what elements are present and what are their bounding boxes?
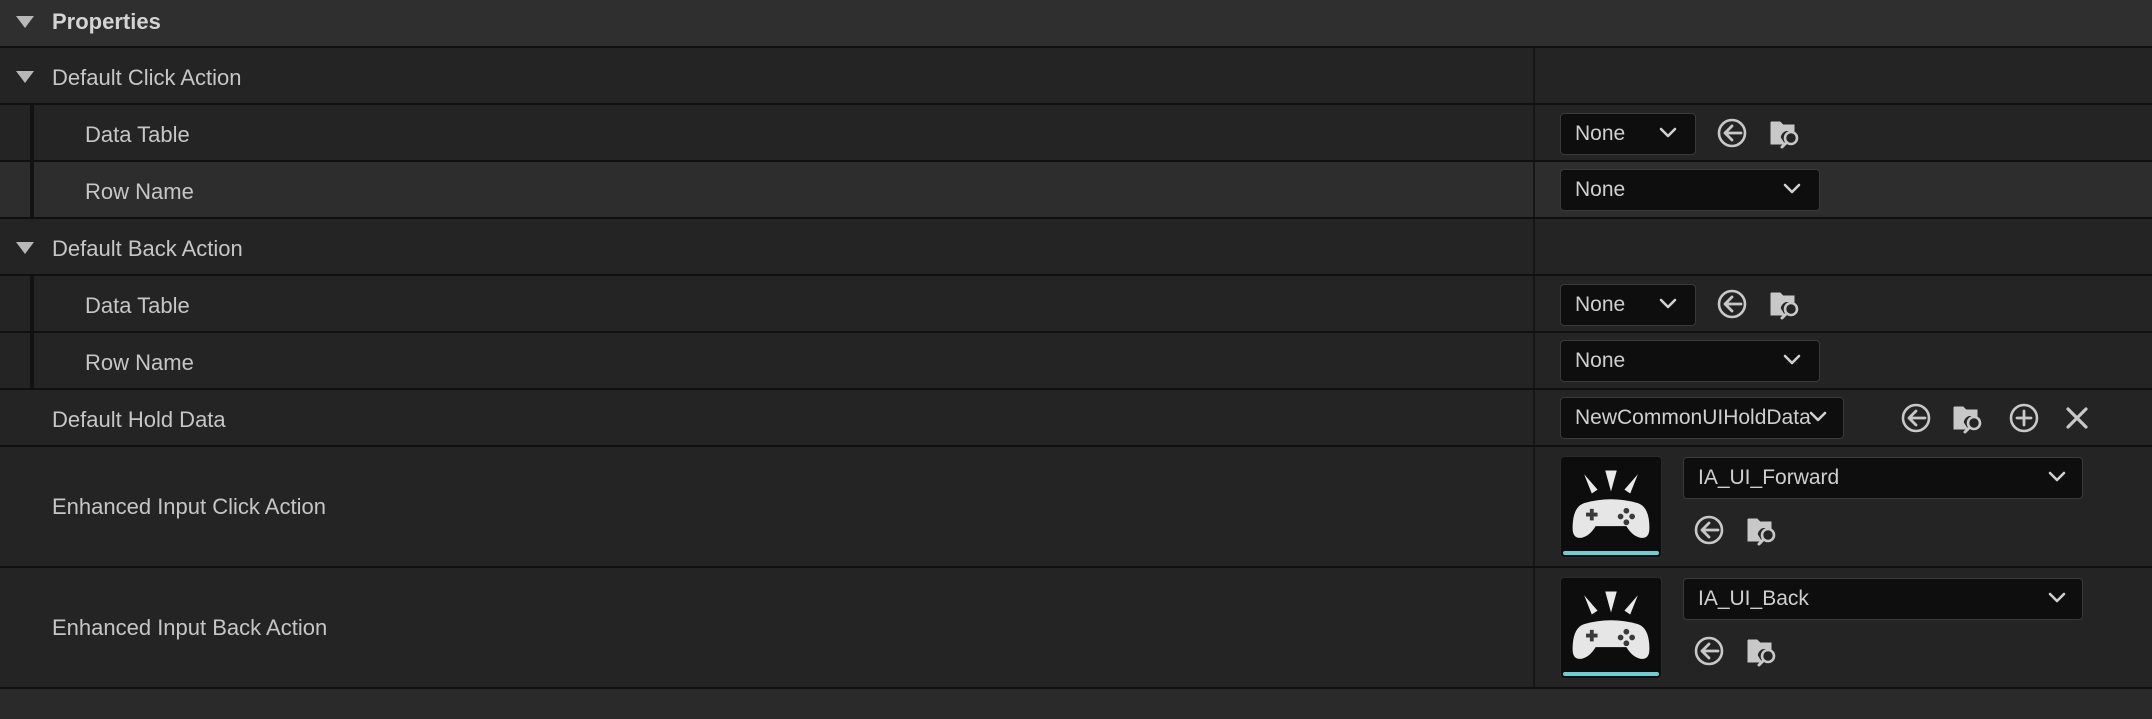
chevron-down-icon — [1809, 411, 1827, 423]
panel-footer — [0, 689, 2152, 719]
browse-folder-icon[interactable] — [1745, 634, 1779, 668]
row-name-combo[interactable]: None — [1560, 169, 1820, 211]
enhanced-input-back-action-row: Enhanced Input Back Action IA_UI_Back — [0, 568, 2152, 689]
use-selected-arrow-icon[interactable] — [1692, 513, 1726, 547]
column-divider[interactable] — [1533, 333, 1535, 388]
column-divider[interactable] — [1533, 219, 1535, 274]
default-back-action-row[interactable]: Default Back Action — [0, 219, 2152, 276]
column-divider[interactable] — [1533, 447, 1535, 566]
chevron-down-icon — [2048, 471, 2066, 483]
expand-triangle-icon[interactable] — [16, 71, 34, 83]
details-panel: Properties Default Click Action Data Tab… — [0, 0, 2152, 719]
click-row-name-row: Row Name None — [0, 162, 2152, 219]
row-name-combo[interactable]: None — [1560, 340, 1820, 382]
data-table-combo[interactable]: None — [1560, 284, 1696, 326]
combo-value: IA_UI_Back — [1698, 587, 1809, 610]
property-label: Data Table — [85, 122, 190, 147]
input-action-combo[interactable]: IA_UI_Forward — [1683, 457, 2083, 499]
property-label: Row Name — [85, 179, 194, 204]
click-data-table-row: Data Table None — [0, 105, 2152, 162]
clear-icon[interactable] — [2060, 401, 2094, 435]
use-selected-arrow-icon[interactable] — [1692, 634, 1726, 668]
asset-type-color-bar — [1563, 551, 1659, 555]
property-label: Data Table — [85, 293, 190, 318]
indent-guide — [30, 276, 34, 331]
property-label: Default Hold Data — [52, 407, 226, 432]
browse-folder-icon[interactable] — [1768, 116, 1802, 150]
property-label: Default Click Action — [52, 65, 242, 90]
hold-data-combo[interactable]: NewCommonUIHoldData — [1560, 397, 1844, 439]
chevron-down-icon — [1659, 298, 1677, 310]
chevron-down-icon — [1783, 354, 1801, 366]
input-action-combo[interactable]: IA_UI_Back — [1683, 578, 2083, 620]
column-divider[interactable] — [1533, 276, 1535, 331]
default-click-action-row[interactable]: Default Click Action — [0, 48, 2152, 105]
category-title: Properties — [52, 9, 161, 34]
column-divider[interactable] — [1533, 568, 1535, 687]
use-selected-arrow-icon[interactable] — [1715, 287, 1749, 321]
column-divider[interactable] — [1533, 390, 1535, 445]
combo-value: IA_UI_Forward — [1698, 466, 1840, 489]
combo-value: NewCommonUIHoldData — [1575, 406, 1811, 429]
column-divider[interactable] — [1533, 48, 1535, 103]
properties-category-header[interactable]: Properties — [0, 0, 2152, 48]
asset-thumbnail[interactable] — [1560, 456, 1662, 558]
chevron-down-icon — [1659, 127, 1677, 139]
browse-folder-icon[interactable] — [1768, 287, 1802, 321]
expand-triangle-icon[interactable] — [16, 242, 34, 254]
expand-triangle-icon[interactable] — [16, 16, 34, 28]
indent-guide — [30, 162, 34, 217]
gamepad-input-action-icon — [1561, 457, 1661, 553]
chevron-down-icon — [1783, 183, 1801, 195]
asset-thumbnail[interactable] — [1560, 577, 1662, 679]
indent-guide — [30, 333, 34, 388]
property-label: Default Back Action — [52, 236, 243, 261]
property-label: Enhanced Input Click Action — [52, 494, 326, 519]
browse-folder-icon[interactable] — [1745, 513, 1779, 547]
combo-value: None — [1575, 122, 1626, 145]
back-row-name-row: Row Name None — [0, 333, 2152, 390]
property-label: Enhanced Input Back Action — [52, 615, 328, 640]
use-selected-arrow-icon[interactable] — [1715, 116, 1749, 150]
indent-guide — [30, 105, 34, 160]
column-divider[interactable] — [1533, 162, 1535, 217]
combo-value: None — [1575, 349, 1626, 372]
asset-type-color-bar — [1563, 672, 1659, 676]
add-icon[interactable] — [2007, 401, 2041, 435]
default-hold-data-row: Default Hold Data NewCommonUIHoldData — [0, 390, 2152, 447]
use-selected-arrow-icon[interactable] — [1899, 401, 1933, 435]
combo-value: None — [1575, 178, 1626, 201]
column-divider[interactable] — [1533, 105, 1535, 160]
combo-value: None — [1575, 293, 1626, 316]
data-table-combo[interactable]: None — [1560, 113, 1696, 155]
gamepad-input-action-icon — [1561, 578, 1661, 674]
property-label: Row Name — [85, 350, 194, 375]
back-data-table-row: Data Table None — [0, 276, 2152, 333]
enhanced-input-click-action-row: Enhanced Input Click Action IA_UI_Forwar… — [0, 447, 2152, 568]
browse-folder-icon[interactable] — [1951, 401, 1985, 435]
chevron-down-icon — [2048, 592, 2066, 604]
